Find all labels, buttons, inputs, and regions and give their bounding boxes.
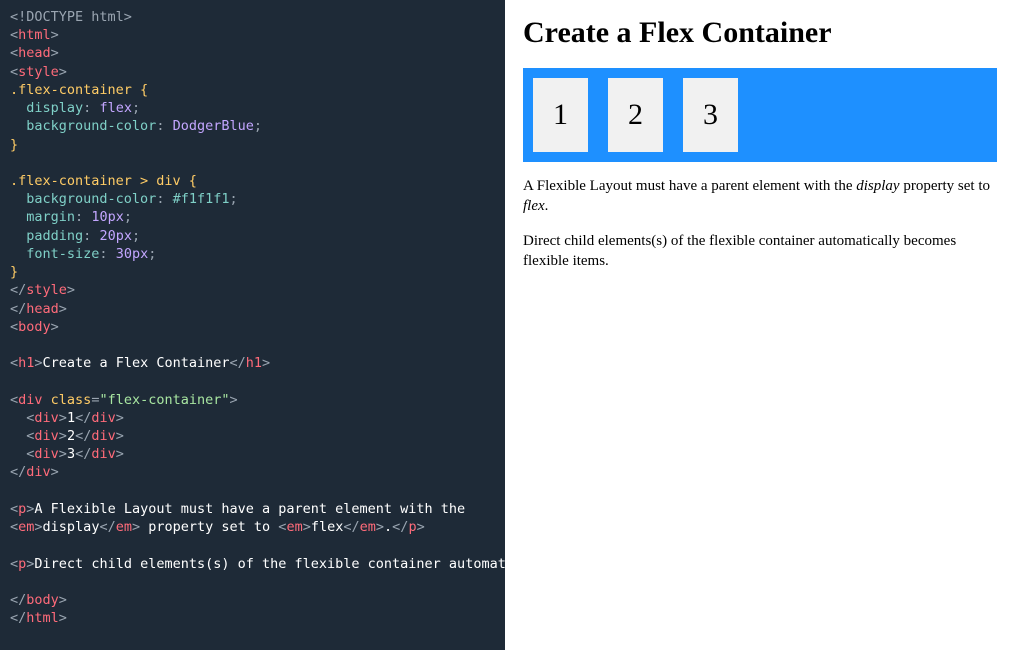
tag-body-close: body [26, 592, 59, 608]
tag-h1-open: h1 [18, 355, 34, 371]
tag-em2-close: em [360, 519, 376, 535]
code-item-3: 3 [67, 446, 75, 462]
code-content[interactable]: <!DOCTYPE html> <html> <head> <style> .f… [10, 8, 495, 627]
tag-div-3-open: div [34, 446, 58, 462]
val-hex: #f1f1f1 [173, 191, 230, 207]
tag-div-2-open: div [34, 428, 58, 444]
flex-item-3: 3 [683, 78, 738, 152]
p1-a: A Flexible Layout must have a parent ele… [523, 178, 856, 194]
tag-h1-close: h1 [246, 355, 262, 371]
tag-body-open: body [18, 319, 51, 335]
tag-div-3-close: div [91, 446, 115, 462]
preview-panel: Create a Flex Container 1 2 3 A Flexible… [505, 0, 1015, 650]
doctype: <!DOCTYPE html> [10, 9, 132, 25]
tag-div-1-close: div [91, 410, 115, 426]
code-editor[interactable]: <!DOCTYPE html> <html> <head> <style> .f… [0, 0, 505, 650]
tag-div-1-open: div [34, 410, 58, 426]
attr-class: class [51, 392, 92, 408]
p1-text-b: property set to [140, 519, 278, 535]
tag-em1-open: em [18, 519, 34, 535]
paragraph-1: A Flexible Layout must have a parent ele… [523, 176, 997, 217]
tag-head-open: head [18, 45, 51, 61]
tag-div-2-close: div [91, 428, 115, 444]
val-flex: flex [99, 100, 132, 116]
em-flex: flex [311, 519, 344, 535]
flex-item-2: 2 [608, 78, 663, 152]
flex-container: 1 2 3 [523, 68, 997, 162]
str-flexcontainer: "flex-container" [99, 392, 229, 408]
close-brace-2: } [10, 264, 18, 280]
tag-em1-close: em [116, 519, 132, 535]
paragraph-2: Direct child elements(s) of the flexible… [523, 231, 997, 272]
flex-item-1: 1 [533, 78, 588, 152]
p1-text-a: A Flexible Layout must have a parent ele… [34, 501, 473, 517]
close-brace-1: } [10, 137, 18, 153]
p1-b: property set to [900, 178, 990, 194]
tag-style-close: style [26, 282, 67, 298]
val-20px: 20px [99, 228, 132, 244]
val-dodgerblue: DodgerBlue [173, 118, 254, 134]
code-item-1: 1 [67, 410, 75, 426]
p1-c: . [545, 198, 549, 214]
selector-flex-child: .flex-container > div { [10, 173, 197, 189]
prop-fontsize: font-size [26, 246, 99, 262]
tag-p1-close: p [408, 519, 416, 535]
p1-text-c: . [384, 519, 392, 535]
tag-div-outer-open: div [18, 392, 42, 408]
val-10px: 10px [91, 209, 124, 225]
prop-bgcolor-2: background-color [26, 191, 156, 207]
val-30px: 30px [116, 246, 149, 262]
prop-margin: margin [26, 209, 75, 225]
page-title: Create a Flex Container [523, 16, 997, 50]
tag-html-open: html [18, 27, 51, 43]
prop-bgcolor-1: background-color [26, 118, 156, 134]
em-display: display [43, 519, 100, 535]
prop-padding: padding [26, 228, 83, 244]
selector-flex-container: .flex-container { [10, 82, 148, 98]
p2-text: Direct child elements(s) of the flexible… [34, 556, 505, 572]
h1-text: Create a Flex Container [43, 355, 230, 371]
tag-style-open: style [18, 64, 59, 80]
tag-head-close: head [26, 301, 59, 317]
tag-div-outer-close: div [26, 464, 50, 480]
code-item-2: 2 [67, 428, 75, 444]
tag-html-close: html [26, 610, 59, 626]
p1-em-display: display [856, 178, 899, 194]
p1-em-flex: flex [523, 198, 545, 214]
prop-display: display [26, 100, 83, 116]
tag-em2-open: em [286, 519, 302, 535]
